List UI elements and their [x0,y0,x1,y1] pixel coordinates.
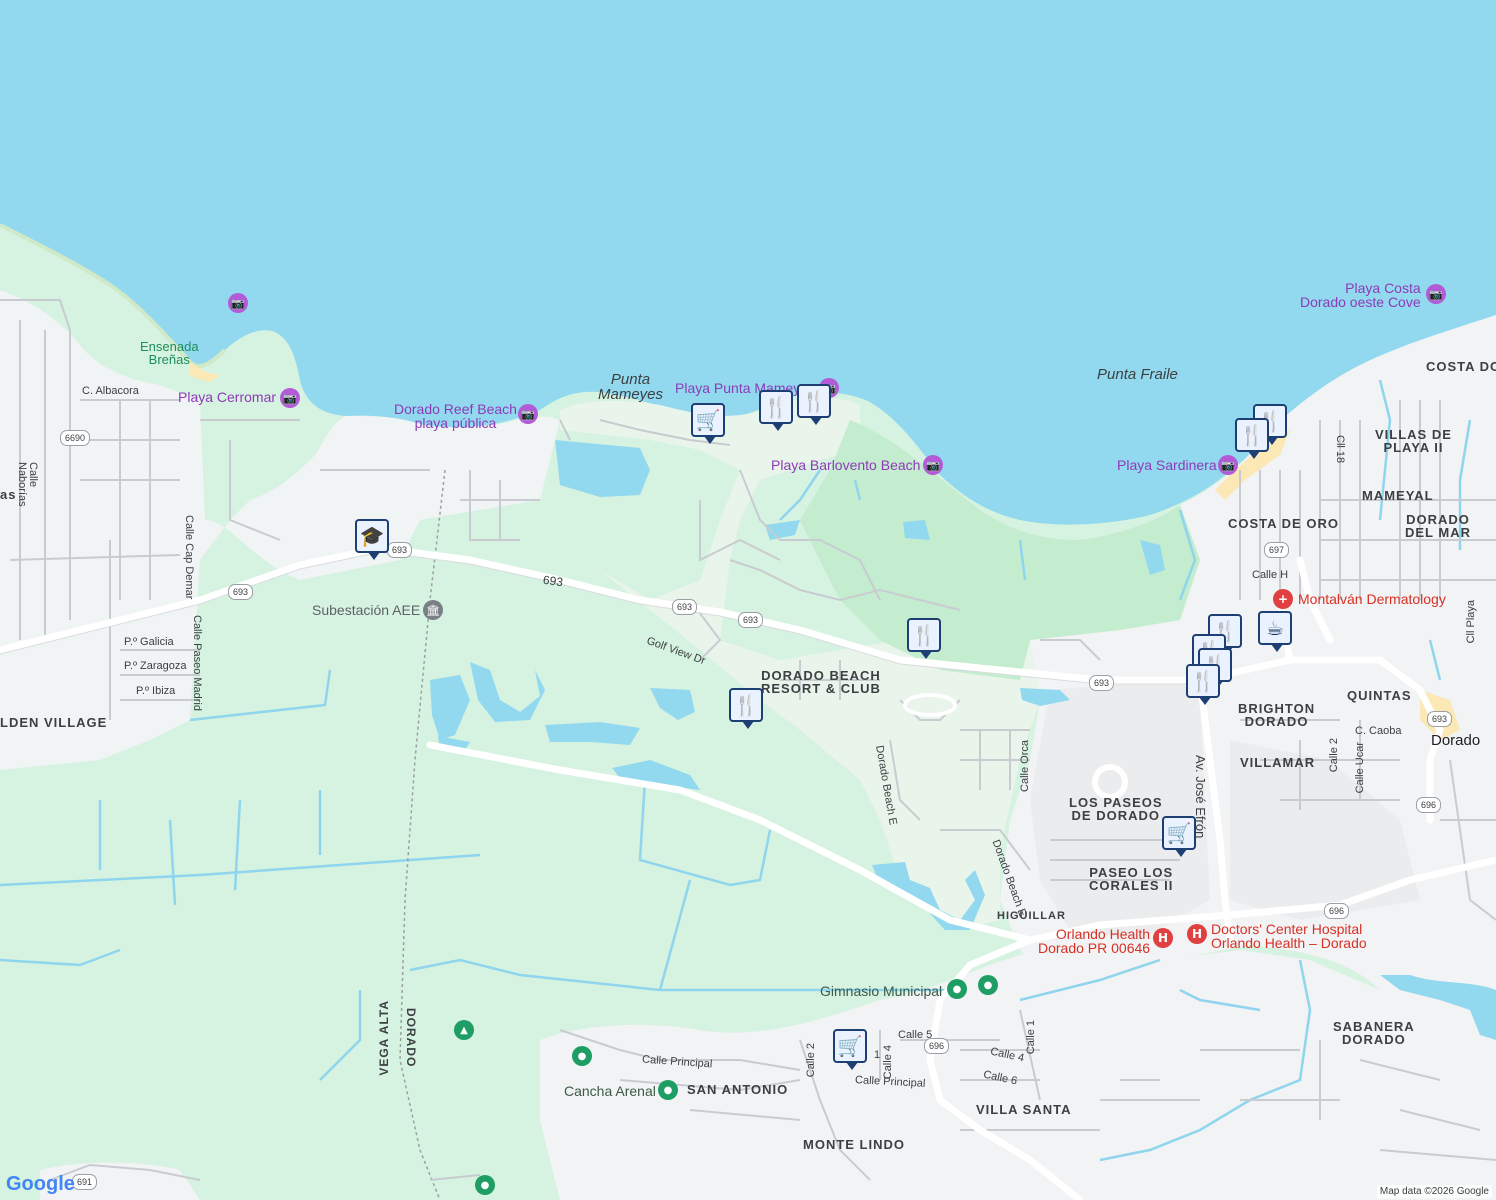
google-logo-text: Google [6,1173,75,1195]
punta-mameyes-label: Punta Mameyes [598,371,664,403]
route-shield: 696 [1416,797,1442,813]
street-zaragoza: P.º Zaragoza [124,660,187,672]
playa-sardinera-label[interactable]: Playa Sardinera [1117,458,1217,472]
route-shield: 696 [1324,903,1350,919]
mameyal-label: MAMEYAL [1362,488,1434,503]
camera-icon[interactable]: 📷 [1218,455,1238,475]
hospital-icon[interactable]: + [1273,589,1293,609]
street-calle-orca: Calle Orca [1019,740,1031,792]
building-icon[interactable]: 🏛 [423,600,443,620]
cart-icon[interactable]: 🛒 [1162,816,1196,857]
camera-icon[interactable]: 📷 [1426,284,1446,304]
street-calle1b: 1 [874,1049,881,1061]
street-galicia: P.º Galicia [124,636,174,648]
route-shield: 693 [387,542,413,558]
san-antonio-label: SAN ANTONIO [687,1082,789,1097]
camera-icon[interactable]: 📷 [280,388,300,408]
park-icon[interactable]: ▲ [454,1020,474,1040]
route-693-label: 693 [542,572,564,590]
street-calle4: Calle 4 [882,1045,894,1080]
street-albacora: C. Albacora [82,385,139,397]
sports-icon[interactable]: ● [947,979,967,999]
dorado-del-mar-label: DORADO DEL MAR [1405,512,1471,540]
google-logo: Google [6,1173,75,1196]
route-shield: 693 [738,612,764,628]
costa-de-oro-label: COSTA DE ORO [1228,516,1339,531]
route-shield: 691 [72,1174,98,1190]
playa-cerromar-label[interactable]: Playa Cerromar [178,390,276,404]
vega-alta-label: VEGA ALTA [377,1000,391,1076]
school-icon[interactable]: 🎓 [355,519,389,560]
street-cll-playa: Cll Playa [1465,600,1477,644]
montalvan-label[interactable]: Montalván Dermatology [1298,592,1446,606]
restaurant-icon[interactable]: 🍴 [1235,418,1269,459]
playa-costa-dorado-label[interactable]: Playa Costa Dorado oeste Cove [1300,281,1421,309]
street-c-caoba: C. Caoba [1355,725,1402,737]
street-calle1: Calle 1 [1025,1020,1037,1055]
restaurant-icon[interactable]: 🍴 [1186,664,1220,705]
doctors-center-label[interactable]: Doctors' Center Hospital Orlando Health … [1211,922,1367,950]
sabanera-label: SABANERA DORADO [1333,1019,1415,1047]
quintas-label: QUINTAS [1347,688,1412,703]
higuillar-label: HIGUILLAR [997,910,1066,922]
street-cll18: Cll 18 [1334,435,1346,464]
street-calle-h: Calle H [1252,569,1289,581]
sports-icon[interactable]: ● [572,1046,592,1066]
route-shield: 693 [1089,675,1115,691]
restaurant-icon[interactable]: 🍴 [907,618,941,659]
los-paseos-label: LOS PASEOS DE DORADO [1069,795,1163,823]
route-shield: 697 [1264,542,1290,558]
street-cap-demar: Calle Cap Demar [183,515,195,600]
camera-icon[interactable]: 📷 [923,455,943,475]
hospital-icon[interactable]: H [1153,928,1173,948]
map-canvas[interactable] [0,0,1496,1200]
restaurant-icon[interactable]: 🍴 [759,390,793,431]
hospital-icon[interactable]: H [1187,924,1207,944]
street-ibiza: P.º Ibiza [136,685,176,697]
monte-lindo-label: MONTE LINDO [803,1137,905,1152]
costa-do-label: COSTA DO [1426,359,1496,374]
camera-icon[interactable]: 📷 [228,293,248,313]
brighton-label: BRIGHTON DORADO [1238,701,1316,729]
sports-icon[interactable]: ● [978,975,998,995]
camera-icon[interactable]: 📷 [518,404,538,424]
sports-icon[interactable]: ● [475,1175,495,1195]
villa-santa-label: VILLA SANTA [976,1102,1072,1117]
restaurant-icon[interactable]: 🍴 [729,688,763,729]
route-shield: 693 [672,599,698,615]
villamar-label: VILLAMAR [1240,755,1316,770]
street-calle2b: Calle 2 [805,1043,817,1078]
ensenada-label[interactable]: Ensenada Breñas [140,340,199,366]
route-shield: 6690 [60,430,91,446]
playa-barlovento-label[interactable]: Playa Barlovento Beach [771,458,920,472]
as-label: as [0,487,17,502]
coffee-icon[interactable]: ☕ [1258,611,1292,652]
route-shield: 693 [1427,711,1453,727]
cart-icon[interactable]: 🛒 [833,1029,867,1070]
playa-punta-mameyes-label[interactable]: Playa Punta Mameyes [675,381,815,395]
dorado-reef-label[interactable]: Dorado Reef Beach playa pública [394,402,517,430]
route-shield: 696 [924,1038,950,1054]
villas-playa-label: VILLAS DE PLAYA II [1375,427,1452,455]
restaurant-icon[interactable]: 🍴 [797,384,831,425]
map-attribution[interactable]: Map data ©2026 Google [1376,1185,1492,1198]
cancha-arenal-label[interactable]: Cancha Arenal [564,1084,656,1098]
route-shield: 693 [228,584,254,600]
dorado-beach-resort-label: DORADO BEACH RESORT & CLUB [761,668,881,696]
street-calle-ucar: Calle Ucar [1354,742,1366,794]
street-paseo-madrid: Calle Paseo Madrid [191,615,203,711]
golden-village-label: LDEN VILLAGE [0,715,108,730]
street-naborias: Calle Naborías [16,462,39,507]
subestacion-label[interactable]: Subestación AEE [312,603,420,617]
punta-fraile-label: Punta Fraile [1097,366,1178,383]
cart-icon[interactable]: 🛒 [691,403,725,444]
dorado-boundary-label: DORADO [404,1008,418,1068]
dorado-city-label: Dorado [1431,732,1481,749]
orlando-health-label[interactable]: Orlando Health Dorado PR 00646 [1038,927,1150,955]
gimnasio-label[interactable]: Gimnasio Municipal [820,984,942,998]
paseo-corales-label: PASEO LOS CORALES II [1089,865,1174,893]
sports-icon[interactable]: ● [658,1080,678,1100]
street-calle2: Calle 2 [1328,738,1340,773]
